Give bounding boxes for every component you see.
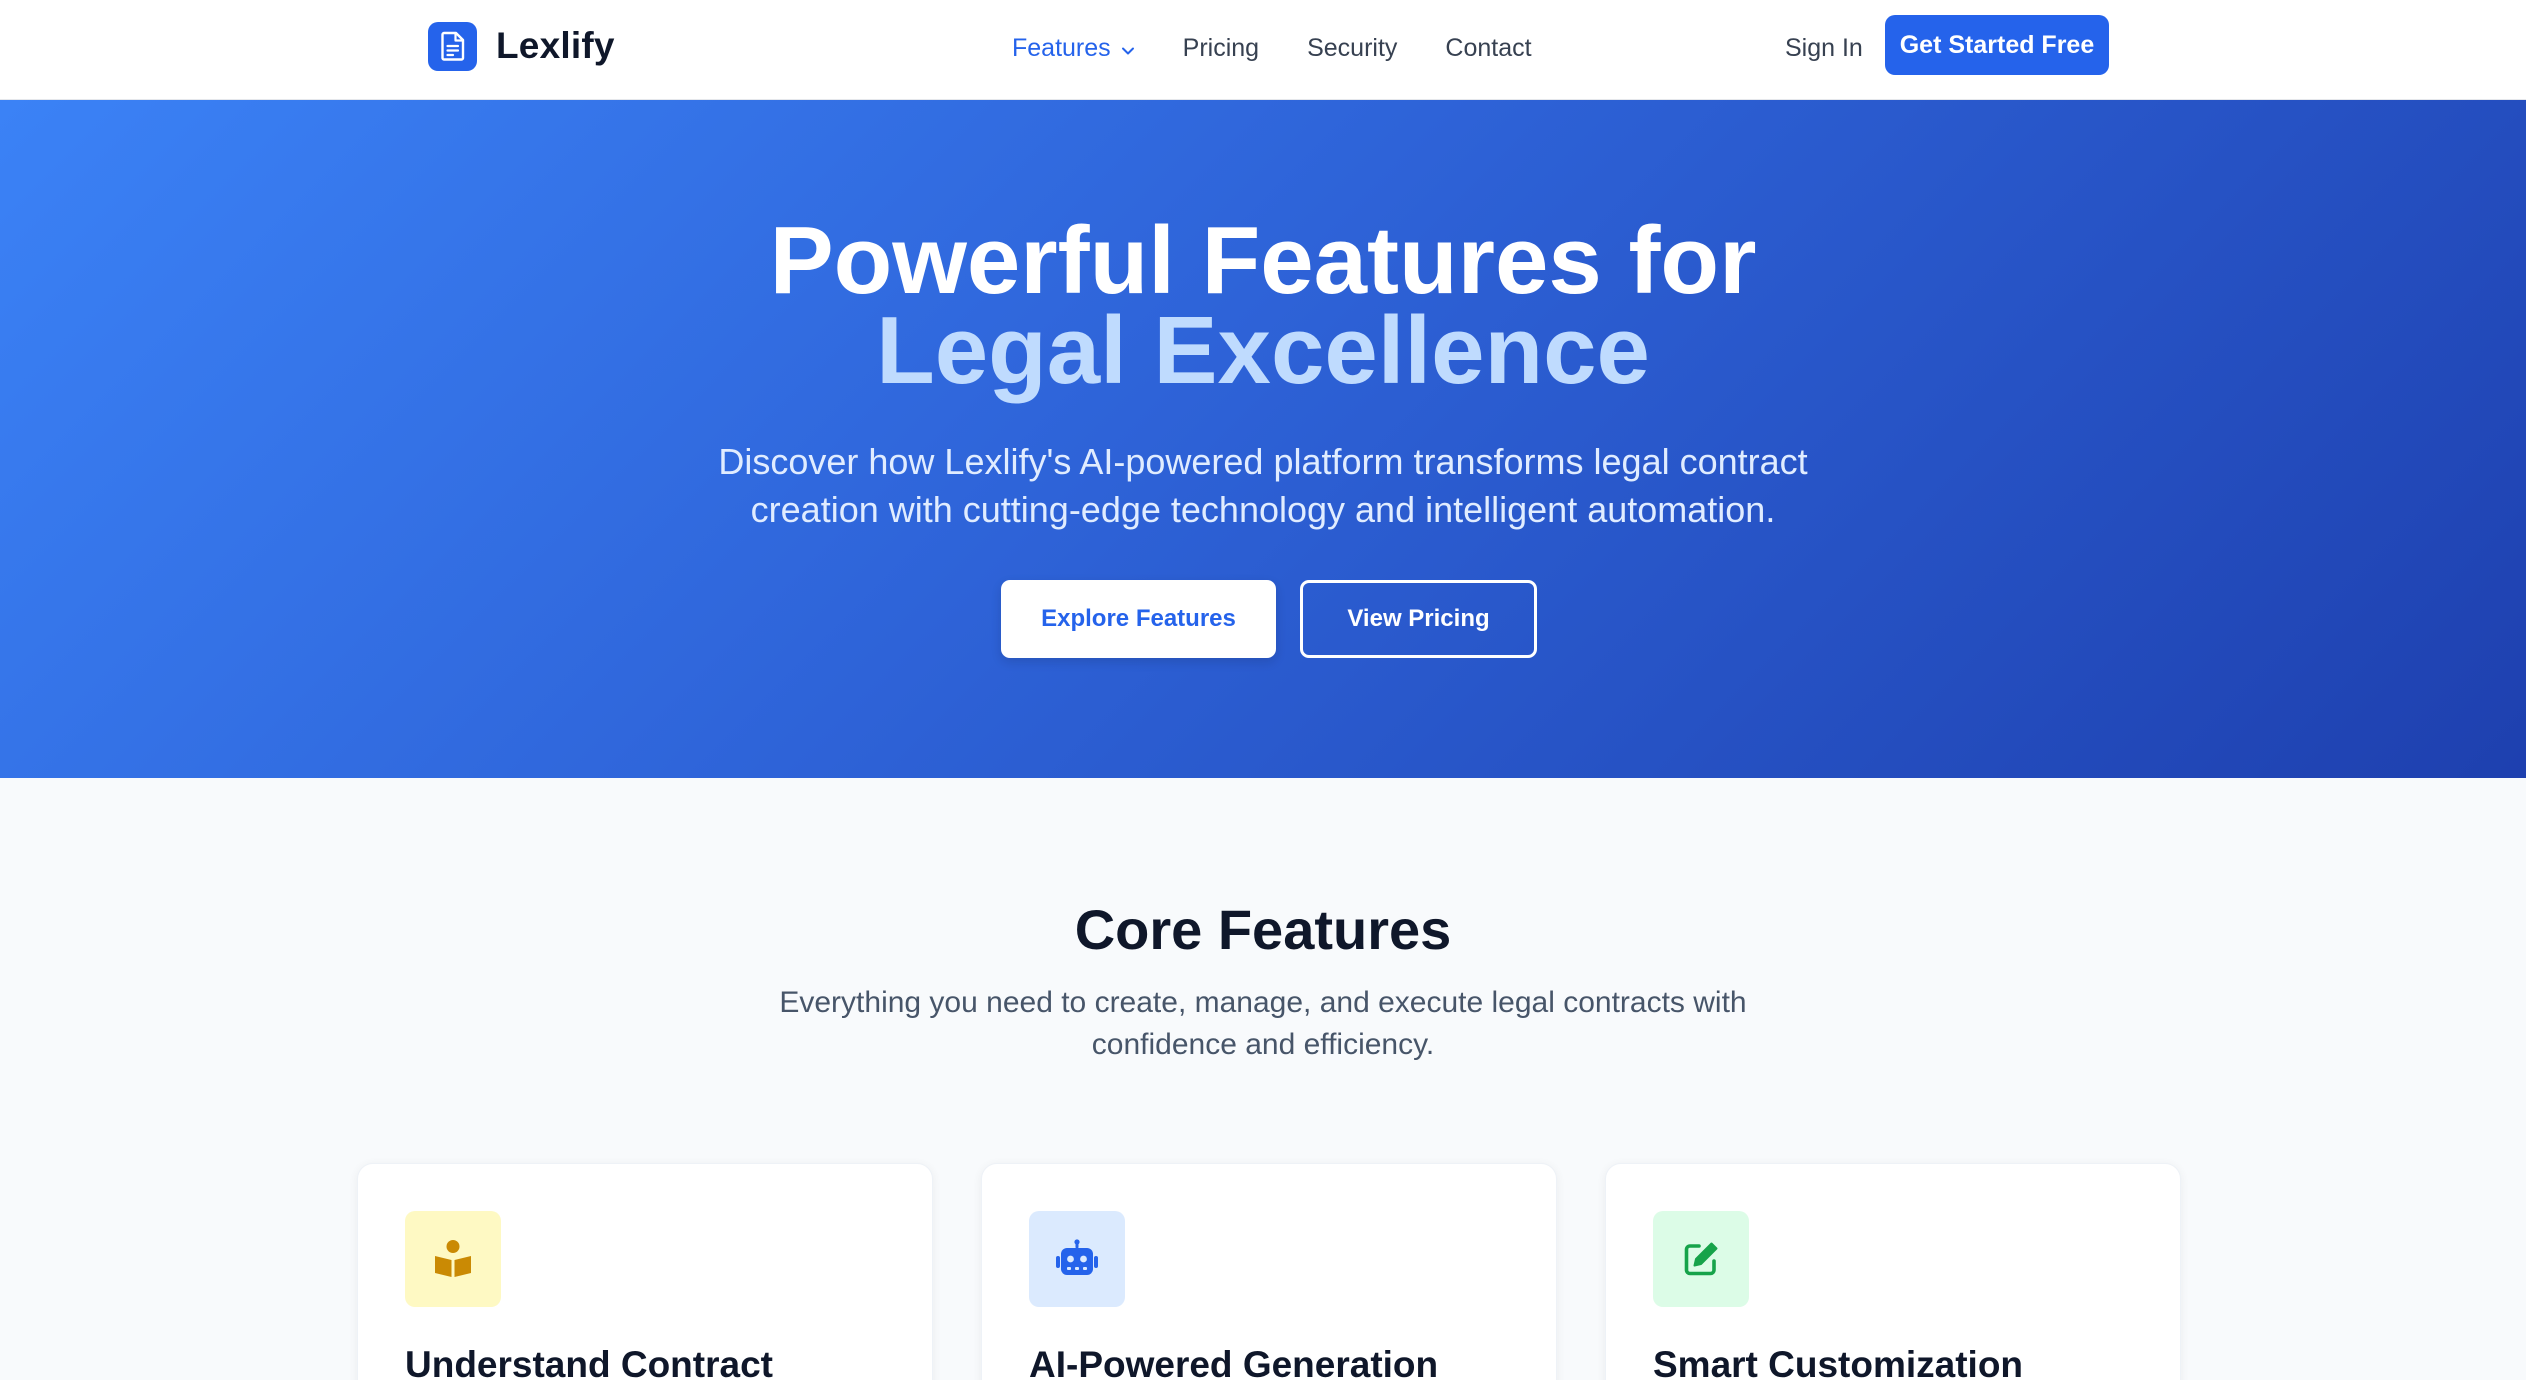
brand-name: Lexlify: [496, 25, 615, 66]
hero-title-line2: Legal Excellence: [876, 297, 1650, 404]
nav-item-label: Pricing: [1182, 33, 1260, 62]
feature-card-title: Smart Customization: [1653, 1344, 2024, 1380]
feature-card-understand-contract[interactable]: Understand Contract: [357, 1163, 933, 1380]
main-nav: Features Pricing Security Contact: [1012, 28, 1532, 68]
nav-item-features[interactable]: Features: [1012, 34, 1135, 63]
edit-icon: [1653, 1211, 1749, 1307]
explore-features-button[interactable]: Explore Features: [1001, 580, 1276, 658]
feature-card-smart-customization[interactable]: Smart Customization: [1605, 1163, 2181, 1380]
nav-item-label: Security: [1307, 33, 1398, 62]
nav-item-security[interactable]: Security: [1307, 34, 1397, 63]
sign-in-link[interactable]: Sign In: [1785, 28, 1863, 68]
hero-title: Powerful Features for Legal Excellence: [0, 213, 2526, 404]
document-icon: [428, 21, 477, 71]
section-title: Core Features: [1074, 898, 1452, 961]
feature-card-title: Understand Contract: [405, 1344, 773, 1380]
get-started-button[interactable]: Get Started Free: [1885, 15, 2109, 75]
hero-section: Powerful Features for Legal Excellence D…: [0, 100, 2526, 778]
feature-card-title: AI-Powered Generation: [1029, 1344, 1439, 1380]
nav-item-contact[interactable]: Contact: [1445, 34, 1531, 63]
robot-icon: [1029, 1211, 1125, 1307]
chevron-down-icon: [1121, 34, 1135, 63]
book-reader-icon: [405, 1211, 501, 1307]
nav-item-pricing[interactable]: Pricing: [1183, 34, 1259, 63]
brand-logo-link[interactable]: Lexlify: [428, 21, 615, 71]
section-subtitle: Everything you need to create, manage, a…: [779, 986, 1747, 1061]
nav-item-label: Features: [1012, 33, 1111, 62]
nav-item-label: Contact: [1445, 33, 1532, 62]
view-pricing-button[interactable]: View Pricing: [1300, 580, 1537, 658]
feature-card-ai-generation[interactable]: AI-Powered Generation: [981, 1163, 1557, 1380]
hero-subtitle: Discover how Lexlify's AI-powered platfo…: [718, 441, 1808, 530]
top-navbar: Lexlify Features Pricing Security Contac…: [0, 0, 2526, 100]
